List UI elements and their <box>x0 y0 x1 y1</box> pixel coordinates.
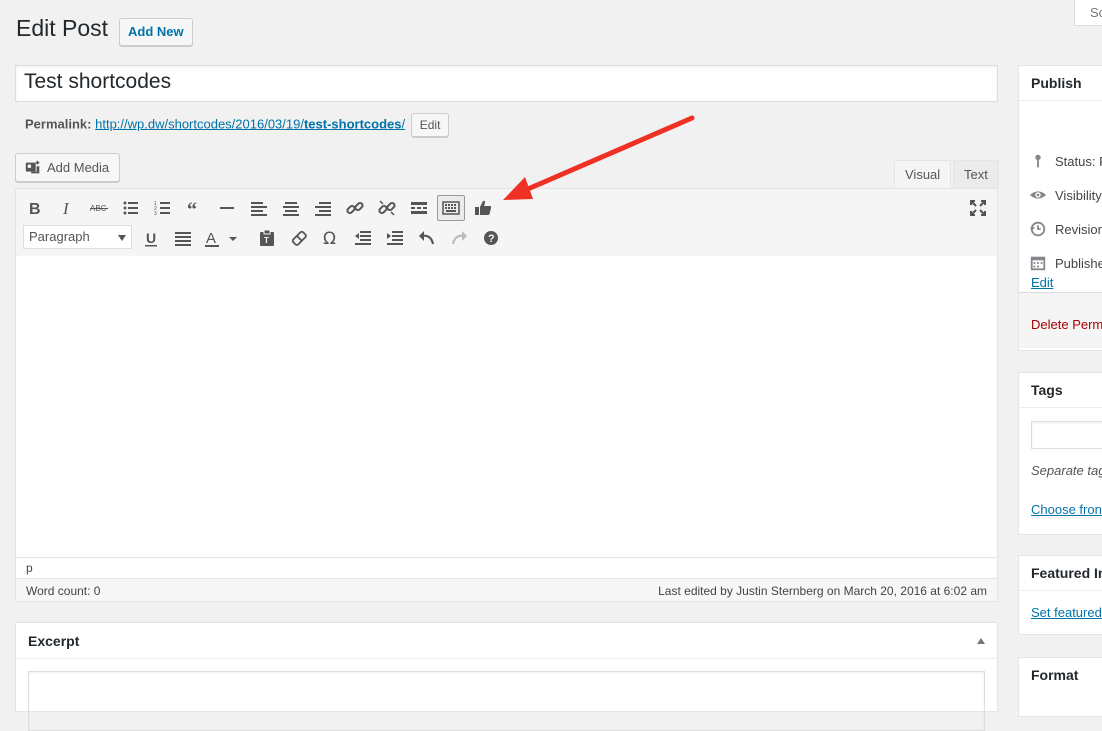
svg-text:A: A <box>206 230 216 247</box>
redo-icon[interactable] <box>445 225 473 251</box>
page-title: Edit Post <box>16 15 109 41</box>
visibility-label: Visibility <box>1055 187 1102 203</box>
chevron-down-icon <box>118 235 126 241</box>
italic-icon[interactable]: I <box>53 195 81 221</box>
align-left-icon[interactable] <box>245 195 273 221</box>
screen-options-tab[interactable]: Sc <box>1074 0 1102 26</box>
history-icon <box>1029 221 1046 237</box>
svg-text:T: T <box>264 236 269 245</box>
permalink-edit-button[interactable]: Edit <box>410 113 450 137</box>
format-box: Format <box>1018 657 1102 717</box>
help-icon[interactable]: ? <box>477 225 505 251</box>
undo-icon[interactable] <box>413 225 441 251</box>
bold-icon[interactable]: B <box>21 195 49 221</box>
status-row: Status: F <box>1029 152 1102 170</box>
add-media-icon <box>25 160 40 173</box>
svg-text:?: ? <box>488 233 495 245</box>
post-title-input[interactable]: Test shortcodes <box>15 65 998 102</box>
editor-content-area[interactable] <box>16 256 997 557</box>
bullet-list-icon[interactable] <box>117 195 145 221</box>
set-featured-image-link[interactable]: Set featured <box>1031 605 1102 620</box>
svg-text:Ω: Ω <box>323 229 336 248</box>
tags-title: Tags <box>1031 382 1063 398</box>
permalink-trailing: / <box>401 116 406 132</box>
clear-formatting-icon[interactable] <box>285 225 313 251</box>
insert-link-icon[interactable] <box>341 195 369 221</box>
choose-tags-link[interactable]: Choose fron <box>1031 502 1102 517</box>
tag-input[interactable] <box>1031 421 1102 449</box>
permalink-label: Permalink: <box>25 116 92 132</box>
pin-icon <box>1035 154 1041 168</box>
publish-title: Publish <box>1031 75 1082 91</box>
collapse-arrow-icon[interactable] <box>977 638 985 644</box>
published-label: Publishe <box>1055 255 1102 271</box>
svg-text:“: “ <box>187 199 197 218</box>
align-right-icon[interactable] <box>309 195 337 221</box>
eye-icon <box>1029 191 1047 199</box>
underline-icon[interactable]: U <box>137 225 165 251</box>
excerpt-title: Excerpt <box>28 633 80 649</box>
thumbs-up-icon[interactable] <box>469 195 497 221</box>
excerpt-textarea[interactable] <box>28 671 985 731</box>
visibility-row: Visibility <box>1029 186 1102 204</box>
excerpt-box: Excerpt <box>15 622 998 731</box>
horizontal-line-icon[interactable] <box>213 195 241 221</box>
toolbar-toggle-icon[interactable] <box>437 195 465 221</box>
status-label: Status: F <box>1055 153 1102 169</box>
format-select-value: Paragraph <box>29 229 90 244</box>
add-new-button[interactable]: Add New <box>119 18 193 46</box>
permalink-link[interactable]: http://wp.dw/shortcodes/2016/03/19/test-… <box>95 116 405 131</box>
excerpt-divider <box>16 658 997 659</box>
svg-text:I: I <box>62 199 70 218</box>
featured-divider <box>1019 590 1102 591</box>
svg-text:3: 3 <box>154 211 157 217</box>
tab-visual[interactable]: Visual <box>894 160 952 188</box>
featured-image-title: Featured In <box>1031 565 1102 581</box>
svg-text:U: U <box>146 230 156 246</box>
featured-image-box: Featured In Set featured <box>1018 555 1102 635</box>
remove-link-icon[interactable] <box>373 195 401 221</box>
read-more-icon[interactable] <box>405 195 433 221</box>
word-count: Word count: 0 <box>26 584 101 598</box>
publish-date-edit-link[interactable]: Edit <box>1031 275 1053 290</box>
permalink-row: Permalink: http://wp.dw/shortcodes/2016/… <box>25 113 450 137</box>
revisions-label: Revision <box>1055 221 1102 237</box>
delete-permanently-link[interactable]: Delete Perm <box>1031 317 1102 332</box>
add-media-button[interactable]: Add Media <box>15 153 121 182</box>
justify-icon[interactable] <box>169 225 197 251</box>
strikethrough-icon[interactable]: ABC <box>85 195 113 221</box>
calendar-icon <box>1030 256 1046 271</box>
format-select[interactable]: Paragraph <box>23 225 132 249</box>
last-edited: Last edited by Justin Sternberg on March… <box>658 584 987 598</box>
numbered-list-icon[interactable]: 123 <box>149 195 177 221</box>
permalink-slug: test-shortcodes <box>303 116 402 132</box>
special-character-icon[interactable]: Ω <box>317 225 345 251</box>
editor-status-bar: Word count: 0 Last edited by Justin Ster… <box>16 578 997 601</box>
publish-actions: Delete Perm <box>1019 292 1102 348</box>
outdent-icon[interactable] <box>349 225 377 251</box>
annotation-arrow-icon <box>503 115 695 200</box>
paste-text-icon[interactable]: T <box>253 225 281 251</box>
tags-help-text: Separate tag <box>1031 463 1102 478</box>
format-title: Format <box>1031 667 1079 683</box>
indent-icon[interactable] <box>381 225 409 251</box>
text-color-icon[interactable]: A <box>201 225 241 251</box>
blockquote-icon[interactable]: “ <box>181 195 209 221</box>
editor: B I ABC 123 “ Paragraph U A T Ω ? p Word… <box>15 188 998 602</box>
revisions-row: Revision <box>1029 220 1102 238</box>
fullscreen-icon[interactable] <box>964 195 992 221</box>
svg-text:B: B <box>29 201 41 218</box>
tab-text[interactable]: Text <box>953 160 999 188</box>
align-center-icon[interactable] <box>277 195 305 221</box>
add-media-label: Add Media <box>47 160 110 175</box>
permalink-base: http://wp.dw/shortcodes/2016/03/19/ <box>95 116 304 132</box>
publish-box: Publish Status: F Visibility Revision Pu… <box>1018 65 1102 351</box>
element-path[interactable]: p <box>16 557 997 578</box>
tags-box: Tags Separate tag Choose fron <box>1018 372 1102 535</box>
publish-divider <box>1019 100 1102 101</box>
tags-divider <box>1019 407 1102 408</box>
published-row: Publishe <box>1029 254 1102 272</box>
